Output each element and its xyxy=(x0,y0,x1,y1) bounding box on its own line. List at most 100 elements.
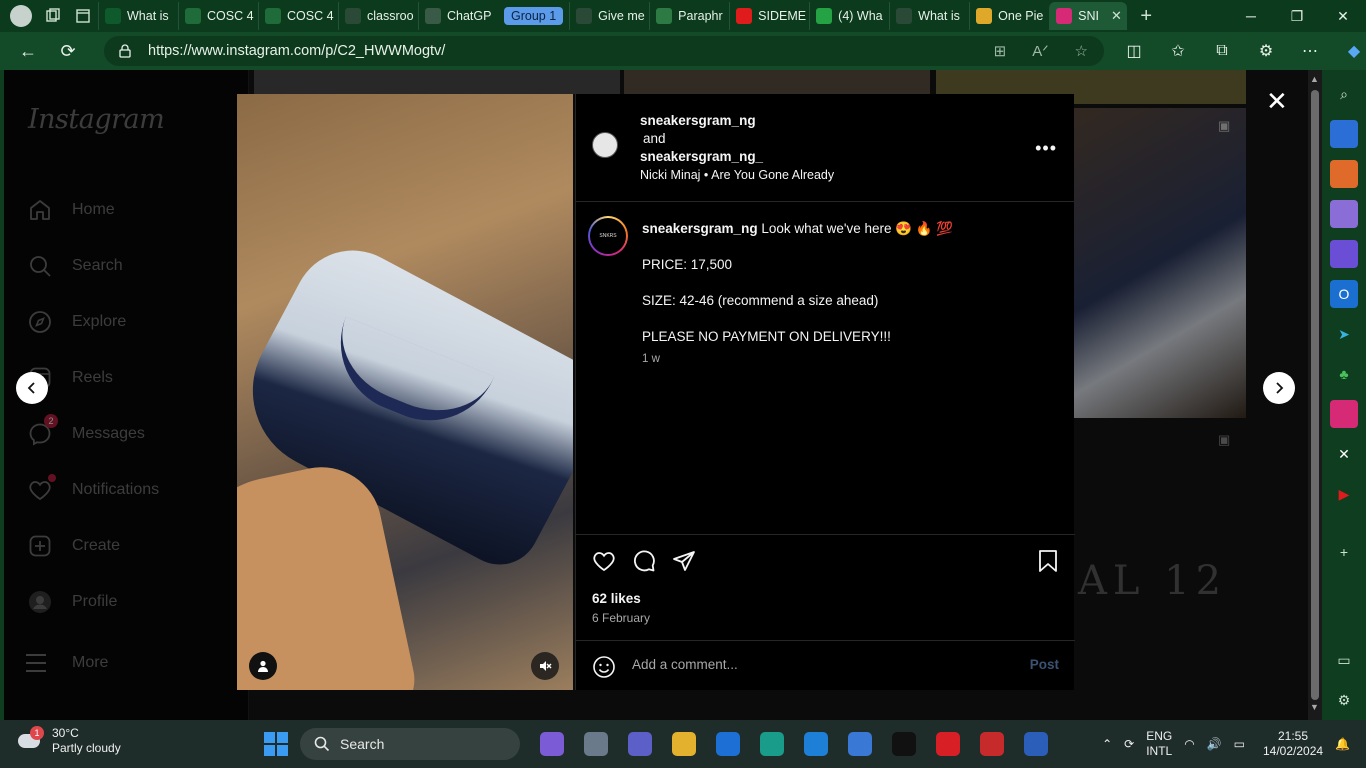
sidebar-tree-icon[interactable]: ♣ xyxy=(1330,360,1358,388)
tab-label: COSC 4 xyxy=(207,9,254,23)
browser-tab[interactable]: COSC 4 xyxy=(258,2,338,30)
battery-icon[interactable]: ▭ xyxy=(1228,737,1251,752)
sidebar-tools-icon[interactable] xyxy=(1330,160,1358,188)
settings-more-icon[interactable]: ⋯ xyxy=(1288,41,1332,61)
next-post-button[interactable] xyxy=(1263,372,1295,404)
new-tab-icon[interactable]: + xyxy=(1131,1,1161,31)
teams-chat-taskbar-button[interactable] xyxy=(618,726,662,762)
tab-close-icon[interactable]: ✕ xyxy=(1111,8,1122,24)
opera-taskbar-button[interactable] xyxy=(926,726,970,762)
favorites-icon[interactable]: ✩ xyxy=(1156,41,1200,61)
help-app-taskbar-button[interactable] xyxy=(794,726,838,762)
copilot-icon[interactable]: ◆ xyxy=(1332,41,1366,61)
share-icon[interactable] xyxy=(672,549,696,573)
task-view-taskbar-button[interactable] xyxy=(574,726,618,762)
likes-count[interactable]: 62 likes xyxy=(592,591,641,606)
caption-time[interactable]: 1 w xyxy=(642,350,1052,368)
save-bookmark-icon[interactable] xyxy=(1037,549,1059,573)
sidebar-layout-icon[interactable]: ▭ xyxy=(1330,646,1358,674)
browser-tab[interactable]: One Pie xyxy=(969,2,1049,30)
refresh-button[interactable]: ⟳ xyxy=(48,32,88,70)
volume-icon[interactable]: 🔊 xyxy=(1201,737,1228,752)
acrobat-taskbar-button[interactable] xyxy=(970,726,1014,762)
tagged-user-icon[interactable] xyxy=(249,652,277,680)
scroll-down-icon[interactable]: ▼ xyxy=(1310,702,1319,712)
collections-icon[interactable]: ⧉ xyxy=(1200,42,1244,60)
browser-tab[interactable]: classroo xyxy=(338,2,418,30)
clock[interactable]: 21:55 14/02/2024 xyxy=(1257,729,1329,759)
like-heart-icon[interactable] xyxy=(592,549,616,573)
post-comment-button[interactable]: Post xyxy=(1030,657,1059,672)
sidebar-shopping-icon[interactable] xyxy=(1330,120,1358,148)
read-aloud-icon[interactable]: Aᐟ xyxy=(1032,42,1048,60)
file-explorer-taskbar-button[interactable] xyxy=(662,726,706,762)
audio-link[interactable]: Nicki Minaj • Are You Gone Already xyxy=(640,166,834,184)
browser-tab[interactable]: Paraphr xyxy=(649,2,729,30)
ms-store-taskbar-button[interactable] xyxy=(838,726,882,762)
taskbar-search[interactable]: Search xyxy=(300,728,520,760)
comment-icon[interactable] xyxy=(632,549,656,573)
comment-input[interactable] xyxy=(632,657,1012,672)
wifi-icon[interactable]: ◠ xyxy=(1178,737,1200,752)
copilot-app-taskbar-button[interactable] xyxy=(530,726,574,762)
window-close-button[interactable]: ✕ xyxy=(1320,0,1366,32)
start-button[interactable] xyxy=(264,732,288,756)
favorite-star-icon[interactable]: ☆ xyxy=(1075,42,1088,60)
browser-tab[interactable]: SIDEME xyxy=(729,2,809,30)
hp-app-icon xyxy=(716,732,740,756)
browser-tab[interactable]: COSC 4 xyxy=(178,2,258,30)
browser-tab[interactable]: What is xyxy=(889,2,969,30)
app-install-icon[interactable]: ⊞ xyxy=(994,42,1007,60)
author-avatar[interactable] xyxy=(592,132,618,158)
sidebar-games-icon[interactable] xyxy=(1330,200,1358,228)
browser-tab[interactable]: (4) Wha xyxy=(809,2,889,30)
notifications-bell-icon[interactable]: 🔔 xyxy=(1329,737,1356,752)
sidebar-office-icon[interactable] xyxy=(1330,240,1358,268)
word-taskbar-button[interactable] xyxy=(1014,726,1058,762)
sidebar-settings-icon[interactable]: ⚙ xyxy=(1330,686,1358,714)
scrollbar-thumb[interactable] xyxy=(1311,90,1319,700)
tab-actions-icon[interactable] xyxy=(68,1,98,31)
sidebar-youtube-icon[interactable]: ▶ xyxy=(1330,480,1358,508)
hp-app-taskbar-button[interactable] xyxy=(706,726,750,762)
sidebar-search-icon[interactable]: ⌕ xyxy=(1330,80,1358,108)
sidebar-add-icon[interactable]: + xyxy=(1330,538,1358,566)
split-screen-icon[interactable]: ◫ xyxy=(1112,41,1156,61)
prev-post-button[interactable] xyxy=(16,372,48,404)
sync-icon[interactable]: ⟳ xyxy=(1118,737,1140,752)
author2-link[interactable]: sneakersgram_ng_ xyxy=(640,149,763,164)
scroll-up-icon[interactable]: ▲ xyxy=(1310,74,1319,84)
browser-tab[interactable]: SNI ✕ xyxy=(1049,2,1128,30)
browser-profile-avatar[interactable] xyxy=(10,5,32,27)
sidebar-x-icon[interactable]: ✕ xyxy=(1330,440,1358,468)
caption-avatar[interactable]: SNKRS xyxy=(588,216,628,256)
caption-text: Look what we've here 😍 🔥 💯 xyxy=(761,221,954,236)
sidebar-instagram-icon[interactable] xyxy=(1330,400,1358,428)
minimize-button[interactable]: ─ xyxy=(1228,0,1274,32)
caption-username[interactable]: sneakersgram_ng xyxy=(642,221,758,236)
page-scrollbar[interactable]: ▲ ▼ xyxy=(1308,70,1322,720)
mute-icon[interactable] xyxy=(531,652,559,680)
back-button[interactable]: ← xyxy=(8,32,48,70)
tray-overflow-icon[interactable]: ⌃ xyxy=(1096,737,1118,752)
sidebar-outlook-icon[interactable]: O xyxy=(1330,280,1358,308)
language-indicator[interactable]: ENG INTL xyxy=(1140,729,1178,759)
tab-group-chip[interactable]: Group 1 xyxy=(504,7,564,25)
more-options-icon[interactable]: ••• xyxy=(1035,138,1057,159)
task-view-icon xyxy=(584,732,608,756)
browser-tab[interactable]: Give me xyxy=(569,2,649,30)
weather-widget[interactable]: 1 30°C Partly cloudy xyxy=(18,726,121,756)
author1-link[interactable]: sneakersgram_ng xyxy=(640,113,756,128)
capcut-taskbar-button[interactable] xyxy=(882,726,926,762)
restore-button[interactable]: ❐ xyxy=(1274,0,1320,32)
sidebar-send-icon[interactable]: ➤ xyxy=(1330,320,1358,348)
workspaces-icon[interactable] xyxy=(38,1,68,31)
close-modal-icon[interactable]: ✕ xyxy=(1266,86,1288,117)
emoji-icon[interactable] xyxy=(592,655,616,679)
extensions-icon[interactable]: ⚙ xyxy=(1244,41,1288,61)
url-bar[interactable]: https://www.instagram.com/p/C2_HWWMogtv/… xyxy=(104,36,1104,66)
browser-tab[interactable]: ChatGP xyxy=(418,2,498,30)
post-video[interactable] xyxy=(237,94,573,690)
browser-tab[interactable]: What is xyxy=(98,2,178,30)
edge-browser-taskbar-button[interactable] xyxy=(750,726,794,762)
